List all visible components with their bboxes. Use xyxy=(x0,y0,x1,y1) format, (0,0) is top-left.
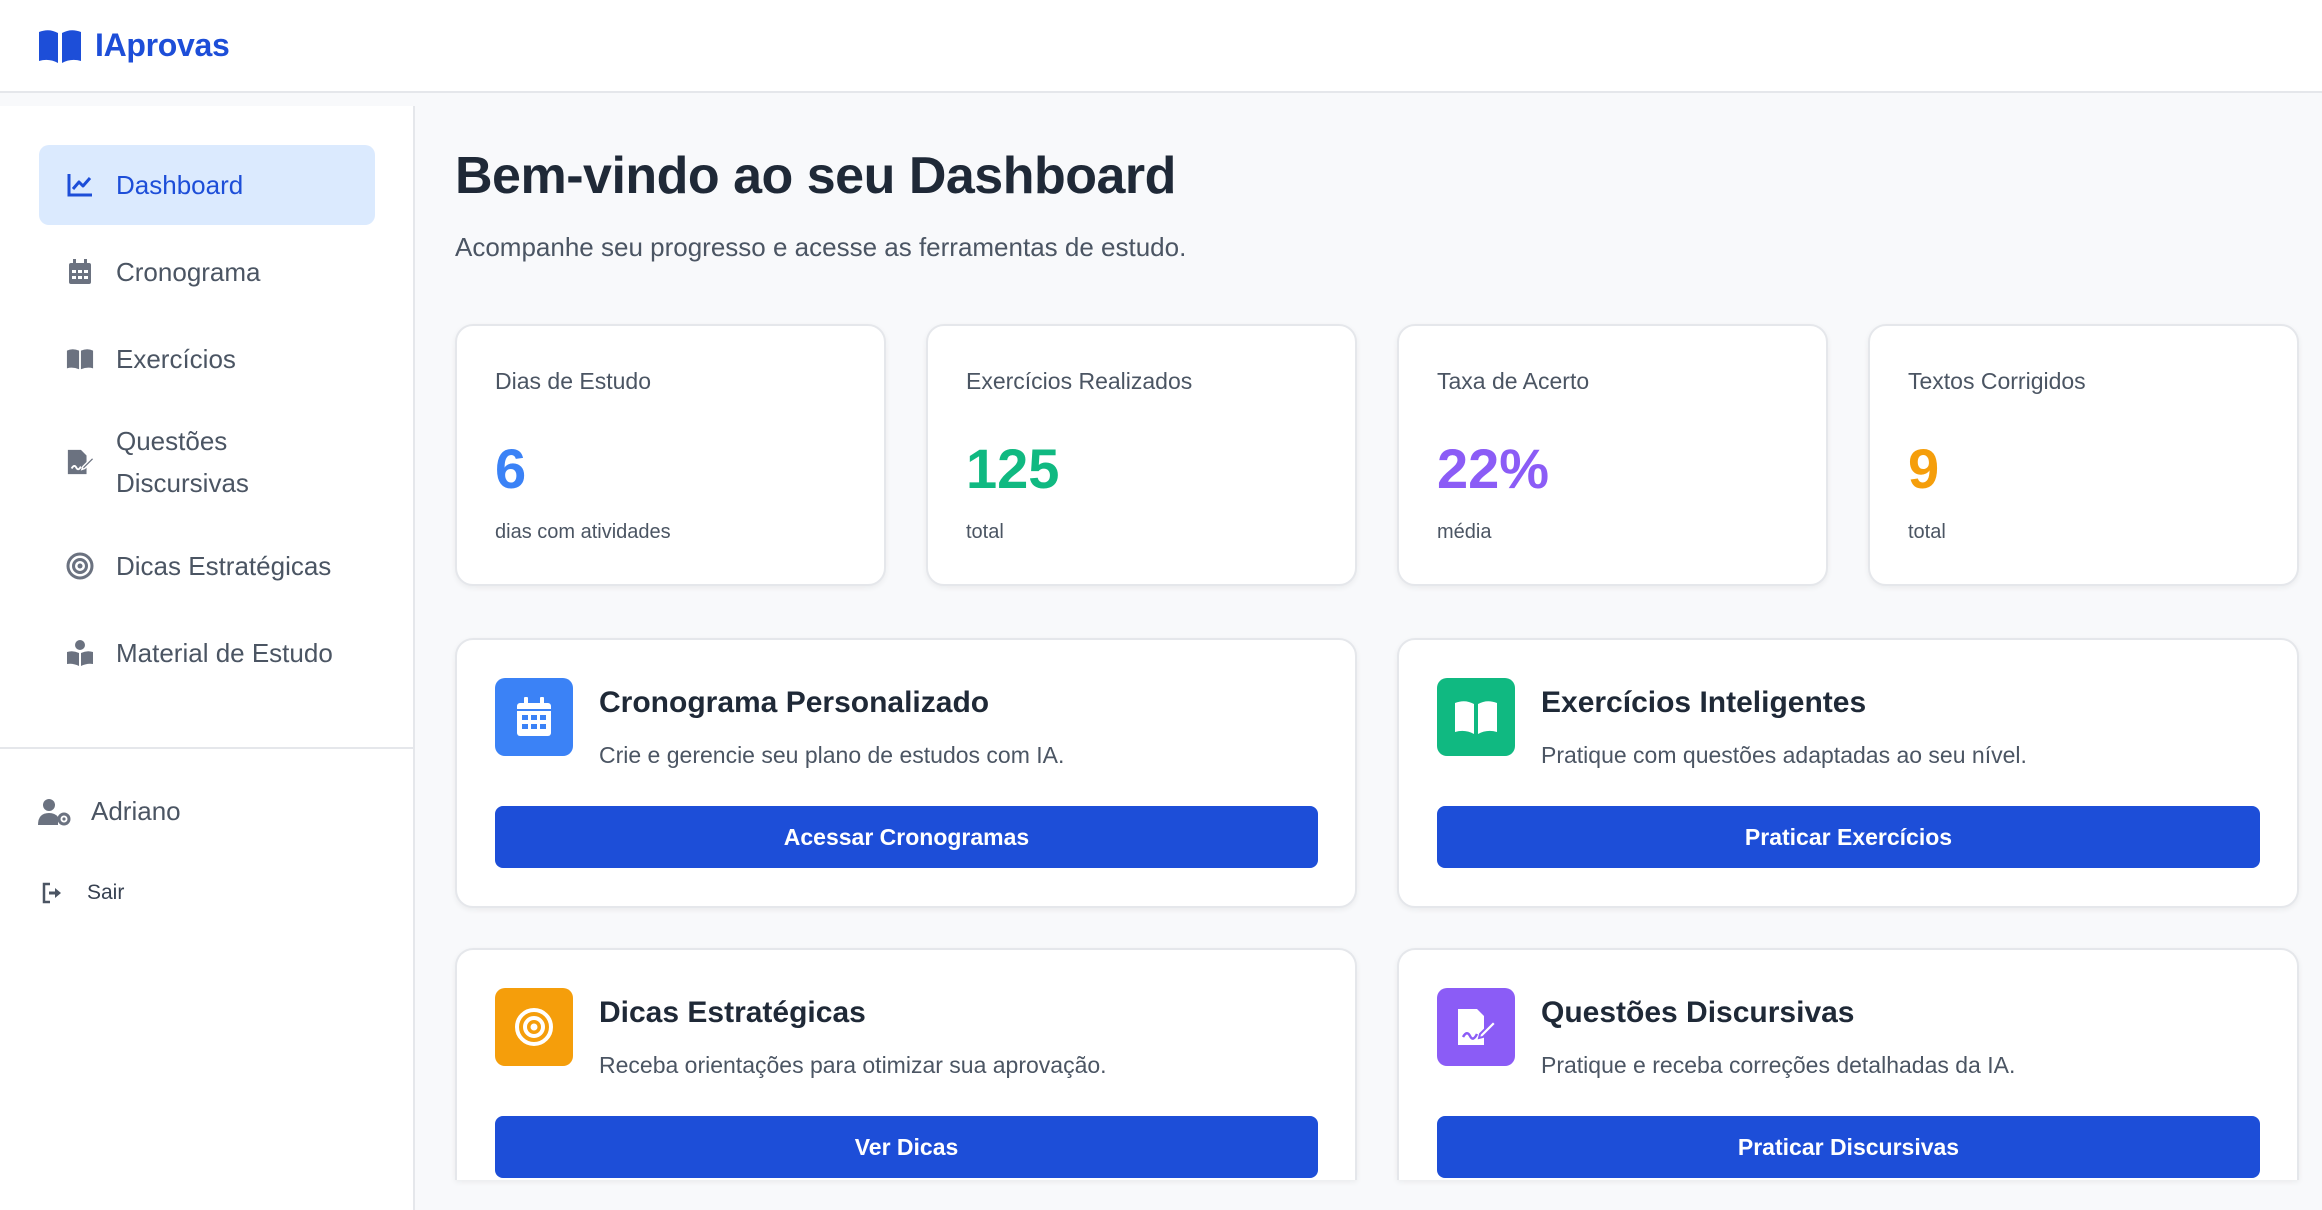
sidebar-item-questoes-discursivas[interactable]: Questões Discursivas xyxy=(39,406,375,517)
praticar-discursivas-button[interactable]: Praticar Discursivas xyxy=(1437,1116,2260,1178)
feature-title: Questões Discursivas xyxy=(1541,996,1855,1029)
sidebar-item-label: Cronograma xyxy=(116,257,261,287)
sidebar-item-label: Dicas Estratégicas xyxy=(116,551,332,581)
sidebar-item-label: Dashboard xyxy=(116,170,244,200)
stat-sub: total xyxy=(966,521,1004,543)
sidebar-item-cronograma[interactable]: Cronograma xyxy=(39,232,375,312)
stat-label: Exercícios Realizados xyxy=(966,368,1193,394)
ver-dicas-button[interactable]: Ver Dicas xyxy=(495,1116,1318,1178)
brand-name: IAprovas xyxy=(95,27,230,63)
stat-card-dias-de-estudo: Dias de Estudo 6 dias com atividades xyxy=(455,324,886,586)
bullseye-icon xyxy=(66,552,94,580)
stat-card-textos-corrigidos: Textos Corrigidos 9 total xyxy=(1868,324,2299,586)
sign-out-icon xyxy=(42,882,61,904)
stat-value: 9 xyxy=(1908,437,1940,500)
sidebar-item-material-de-estudo[interactable]: Material de Estudo xyxy=(39,613,375,693)
feature-description: Pratique com questões adaptadas ao seu n… xyxy=(1541,742,2027,768)
sidebar-item-label: Questões Discursivas xyxy=(116,425,249,498)
user-name: Adriano xyxy=(91,796,181,826)
acessar-cronogramas-button[interactable]: Acessar Cronogramas xyxy=(495,806,1318,868)
calendar-icon xyxy=(66,258,94,286)
book-open-icon xyxy=(66,345,94,373)
sidebar-divider xyxy=(0,747,413,749)
stat-label: Dias de Estudo xyxy=(495,368,651,394)
stat-value: 22% xyxy=(1437,437,1550,500)
calendar-icon xyxy=(495,678,573,756)
feature-description: Crie e gerencie seu plano de estudos com… xyxy=(599,742,1065,768)
feature-card-discursivas: Questões Discursivas Pratique e receba c… xyxy=(1397,948,2299,1180)
stat-label: Textos Corrigidos xyxy=(1908,368,2086,394)
sidebar-nav: Dashboard Cronograma Exercícios Questões… xyxy=(0,106,413,693)
feature-title: Cronograma Personalizado xyxy=(599,686,990,719)
feature-title: Exercícios Inteligentes xyxy=(1541,686,1867,719)
book-open-icon xyxy=(1437,678,1515,756)
logout-button[interactable]: Sair xyxy=(41,881,124,905)
file-signature-icon xyxy=(66,448,94,476)
stat-value: 125 xyxy=(966,437,1060,500)
chart-line-icon xyxy=(66,171,94,199)
sidebar-item-dicas-estrategicas[interactable]: Dicas Estratégicas xyxy=(39,526,375,606)
sidebar-item-label: Exercícios xyxy=(116,344,236,374)
sidebar-item-dashboard[interactable]: Dashboard xyxy=(39,145,375,225)
stat-sub: média xyxy=(1437,521,1492,543)
page-title: Bem-vindo ao seu Dashboard xyxy=(455,147,1176,205)
brand-logo-link[interactable]: IAprovas xyxy=(37,27,230,64)
top-bar: IAprovas xyxy=(0,0,2322,93)
feature-card-dicas: Dicas Estratégicas Receba orientações pa… xyxy=(455,948,1357,1180)
sidebar-item-label: Material de Estudo xyxy=(116,638,333,668)
stat-value: 6 xyxy=(495,437,527,500)
feature-cards: Cronograma Personalizado Crie e gerencie… xyxy=(455,638,2299,1180)
stat-sub: dias com atividades xyxy=(495,521,671,543)
user-cog-icon xyxy=(38,798,71,825)
sidebar-item-exercicios[interactable]: Exercícios xyxy=(39,319,375,399)
feature-description: Pratique e receba correções detalhadas d… xyxy=(1541,1052,2016,1078)
stat-card-taxa-de-acerto: Taxa de Acerto 22% média xyxy=(1397,324,1828,586)
file-signature-icon xyxy=(1437,988,1515,1066)
feature-card-exercicios: Exercícios Inteligentes Pratique com que… xyxy=(1397,638,2299,908)
book-open-icon xyxy=(39,29,81,63)
feature-title: Dicas Estratégicas xyxy=(599,996,866,1029)
praticar-exercicios-button[interactable]: Praticar Exercícios xyxy=(1437,806,2260,868)
bullseye-icon xyxy=(495,988,573,1066)
sidebar: Dashboard Cronograma Exercícios Questões… xyxy=(0,106,415,1210)
logout-label: Sair xyxy=(87,881,125,904)
book-reader-icon xyxy=(66,639,94,667)
stat-card-exercicios-realizados: Exercícios Realizados 125 total xyxy=(926,324,1357,586)
stat-sub: total xyxy=(1908,521,1946,543)
feature-description: Receba orientações para otimizar sua apr… xyxy=(599,1052,1107,1078)
page-subtitle: Acompanhe seu progresso e acesse as ferr… xyxy=(455,232,1187,262)
stat-label: Taxa de Acerto xyxy=(1437,368,1590,394)
feature-card-cronograma: Cronograma Personalizado Crie e gerencie… xyxy=(455,638,1357,908)
user-profile[interactable]: Adriano xyxy=(37,796,181,827)
stats-row: Dias de Estudo 6 dias com atividades Exe… xyxy=(455,324,2299,586)
